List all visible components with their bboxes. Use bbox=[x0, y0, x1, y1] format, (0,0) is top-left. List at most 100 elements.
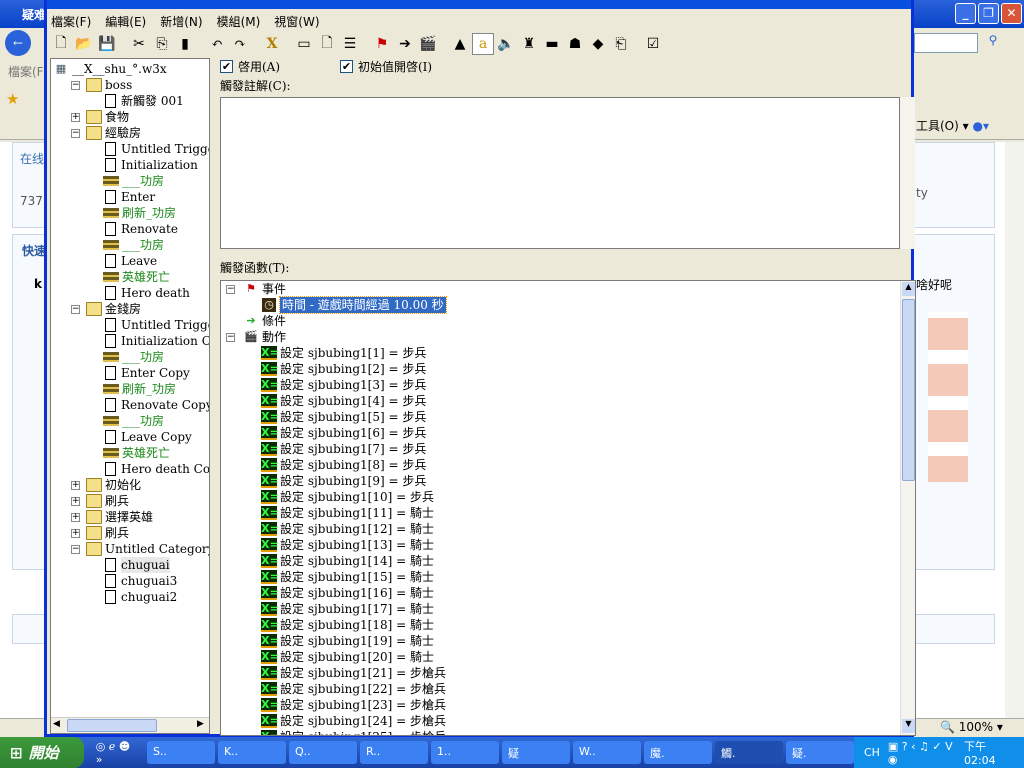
function-item[interactable]: X= 設定 sjbubing1[22] = 步槍兵 bbox=[261, 681, 446, 697]
tree-item[interactable]: 刷新_功房 bbox=[103, 205, 176, 221]
sound-editor-icon[interactable]: 🔈 bbox=[495, 33, 517, 55]
tree-item[interactable]: 選擇英雄 bbox=[86, 509, 153, 525]
function-item[interactable]: X= 設定 sjbubing1[21] = 步槍兵 bbox=[261, 665, 446, 681]
menu-module[interactable]: 模組(M) bbox=[217, 13, 261, 30]
tree-item[interactable]: ▦ __X__shu_°.w3x bbox=[53, 61, 167, 77]
tree-item[interactable]: Hero death Copy bbox=[103, 461, 209, 477]
function-item[interactable]: ◷ 時間 - 遊戲時間經過 10.00 秒 bbox=[261, 296, 447, 314]
redo-icon[interactable]: ↷ bbox=[229, 33, 251, 55]
collapse-icon[interactable]: − bbox=[226, 285, 235, 294]
start-button[interactable]: ⊞ 開始 bbox=[0, 737, 84, 768]
function-item[interactable]: X= 設定 sjbubing1[13] = 騎士 bbox=[261, 537, 434, 553]
taskbar-button[interactable]: K.. bbox=[217, 741, 286, 764]
menu-new[interactable]: 新增(N) bbox=[160, 13, 202, 30]
content-tab[interactable]: 啥好呢 bbox=[916, 276, 952, 293]
tree-item[interactable]: 刷兵 bbox=[86, 525, 129, 541]
taskbar-button[interactable]: W.. bbox=[572, 741, 641, 764]
trigger-functions-tree[interactable]: ⚑ 事件 − ◷ 時間 - 遊戲時間經過 10.00 秒 ➔ 條件 🎬 動作 − X= 設定 sjbu… bbox=[220, 280, 916, 736]
tree-item[interactable]: Initialization Copy bbox=[103, 333, 209, 349]
collapse-icon[interactable]: − bbox=[71, 81, 80, 90]
copy-icon[interactable]: ⎘ bbox=[151, 33, 173, 55]
function-item[interactable]: X= 設定 sjbubing1[24] = 步槍兵 bbox=[261, 713, 446, 729]
new-category-icon[interactable]: ▭ bbox=[293, 33, 315, 55]
language-indicator[interactable]: CH bbox=[864, 746, 880, 759]
tree-item[interactable]: ___功房 bbox=[103, 173, 164, 189]
minimize-button[interactable]: _ bbox=[955, 3, 976, 24]
tree-item[interactable]: Untitled Trigger 001 bbox=[103, 141, 209, 157]
tree-item[interactable]: Leave Copy bbox=[103, 429, 192, 445]
tree-item[interactable]: Enter bbox=[103, 189, 155, 205]
function-item[interactable]: X=設定 sjbubing1[25] = 步槍兵 bbox=[261, 729, 446, 735]
tree-item[interactable]: 食物 bbox=[86, 109, 129, 125]
function-item[interactable]: X= 設定 sjbubing1[8] = 步兵 bbox=[261, 457, 426, 473]
new-condition-icon[interactable]: ➔ bbox=[394, 33, 416, 55]
new-trigger-icon[interactable]: 🗋 bbox=[316, 33, 338, 55]
new-event-icon[interactable]: ⚑ bbox=[371, 33, 393, 55]
function-item[interactable]: X= 設定 sjbubing1[3] = 步兵 bbox=[261, 377, 426, 393]
trigger-editor-title-bar[interactable] bbox=[47, 0, 911, 9]
taskbar-button[interactable]: 觸. bbox=[714, 741, 783, 764]
tree-horizontal-scrollbar[interactable]: ◀ ▶ bbox=[51, 717, 209, 733]
ie-menu-file[interactable]: 檔案(F) bbox=[8, 65, 48, 79]
close-button[interactable]: ✕ bbox=[1001, 3, 1022, 24]
tree-item[interactable]: chuguai2 bbox=[103, 589, 177, 605]
search-icon[interactable]: ⚲ bbox=[983, 33, 1003, 53]
function-item[interactable]: 🎬 動作 bbox=[243, 329, 286, 345]
back-icon[interactable]: ← bbox=[5, 30, 31, 56]
scroll-up-icon[interactable]: ▲ bbox=[902, 282, 915, 296]
tree-item[interactable]: chuguai3 bbox=[103, 573, 177, 589]
function-item[interactable]: X= 設定 sjbubing1[11] = 騎士 bbox=[261, 505, 434, 521]
functions-scrollbar[interactable]: ▲ ▼ bbox=[900, 281, 915, 735]
menu-edit[interactable]: 編輯(E) bbox=[105, 13, 146, 30]
trigger-editor-icon[interactable]: a bbox=[472, 33, 494, 55]
ai-editor-icon[interactable]: ☗ bbox=[564, 33, 586, 55]
object-manager-icon[interactable]: ◆ bbox=[587, 33, 609, 55]
function-item[interactable]: X= 設定 sjbubing1[23] = 步槍兵 bbox=[261, 697, 446, 713]
expand-icon[interactable]: + bbox=[71, 497, 80, 506]
tree-item[interactable]: Enter Copy bbox=[103, 365, 190, 381]
new-action-icon[interactable]: 🎬 bbox=[417, 33, 439, 55]
function-item[interactable]: X= 設定 sjbubing1[9] = 步兵 bbox=[261, 473, 426, 489]
tree-item[interactable]: 刷兵 bbox=[86, 493, 129, 509]
checkbox[interactable]: ✔ bbox=[340, 60, 353, 73]
tree-item[interactable]: ___功房 bbox=[103, 237, 164, 253]
terrain-editor-icon[interactable]: ▲ bbox=[449, 33, 471, 55]
function-item[interactable]: X= 設定 sjbubing1[6] = 步兵 bbox=[261, 425, 426, 441]
function-item[interactable]: X= 設定 sjbubing1[2] = 步兵 bbox=[261, 361, 426, 377]
function-item[interactable]: X= 設定 sjbubing1[5] = 步兵 bbox=[261, 409, 426, 425]
tree-item[interactable]: Untitled Category bbox=[86, 541, 209, 557]
paste-icon[interactable]: ▮ bbox=[174, 33, 196, 55]
function-item[interactable]: X= 設定 sjbubing1[4] = 步兵 bbox=[261, 393, 426, 409]
collapse-icon[interactable]: − bbox=[71, 305, 80, 314]
function-item[interactable]: X= 設定 sjbubing1[1] = 步兵 bbox=[261, 345, 426, 361]
function-item[interactable]: X= 設定 sjbubing1[20] = 騎士 bbox=[261, 649, 434, 665]
variables-icon[interactable]: X bbox=[261, 33, 283, 55]
menu-window[interactable]: 視窗(W) bbox=[274, 13, 319, 30]
ie-tools-menu[interactable]: 工具(O) ▾ ●▾ bbox=[916, 117, 989, 134]
tree-item[interactable]: ___功房 bbox=[103, 349, 164, 365]
expand-icon[interactable]: + bbox=[71, 113, 80, 122]
open-icon[interactable]: 📂 bbox=[73, 33, 95, 55]
scroll-right-icon[interactable]: ▶ bbox=[197, 719, 209, 732]
comment-scrollbar[interactable] bbox=[900, 97, 915, 249]
taskbar-button[interactable]: Q.. bbox=[288, 741, 357, 764]
function-item[interactable]: X= 設定 sjbubing1[17] = 騎士 bbox=[261, 601, 434, 617]
tree-item[interactable]: 經驗房 bbox=[86, 125, 141, 141]
tree-item[interactable]: 刷新_功房 bbox=[103, 381, 176, 397]
tree-item[interactable]: Hero death bbox=[103, 285, 190, 301]
function-item[interactable]: ⚑ 事件 bbox=[243, 281, 286, 297]
tree-item[interactable]: Renovate bbox=[103, 221, 178, 237]
test-map-icon[interactable]: ☑ bbox=[642, 33, 664, 55]
save-icon[interactable]: 💾 bbox=[96, 33, 118, 55]
tree-item[interactable]: ___功房 bbox=[103, 413, 164, 429]
initially-on-checkbox[interactable]: ✔ 初始值開啓(I) bbox=[340, 58, 432, 75]
import-manager-icon[interactable]: ⎗ bbox=[610, 33, 632, 55]
tree-item[interactable]: 英雄死亡 bbox=[103, 445, 170, 461]
object-editor-icon[interactable]: ♜ bbox=[518, 33, 540, 55]
function-item[interactable]: X= 設定 sjbubing1[15] = 騎士 bbox=[261, 569, 434, 585]
enabled-checkbox[interactable]: ✔ 啓用(A) bbox=[220, 58, 280, 75]
taskbar-button[interactable]: 1.. bbox=[430, 741, 499, 764]
scroll-thumb[interactable] bbox=[67, 719, 157, 732]
function-item[interactable]: X= 設定 sjbubing1[18] = 騎士 bbox=[261, 617, 434, 633]
tree-item[interactable]: 初始化 bbox=[86, 477, 141, 493]
